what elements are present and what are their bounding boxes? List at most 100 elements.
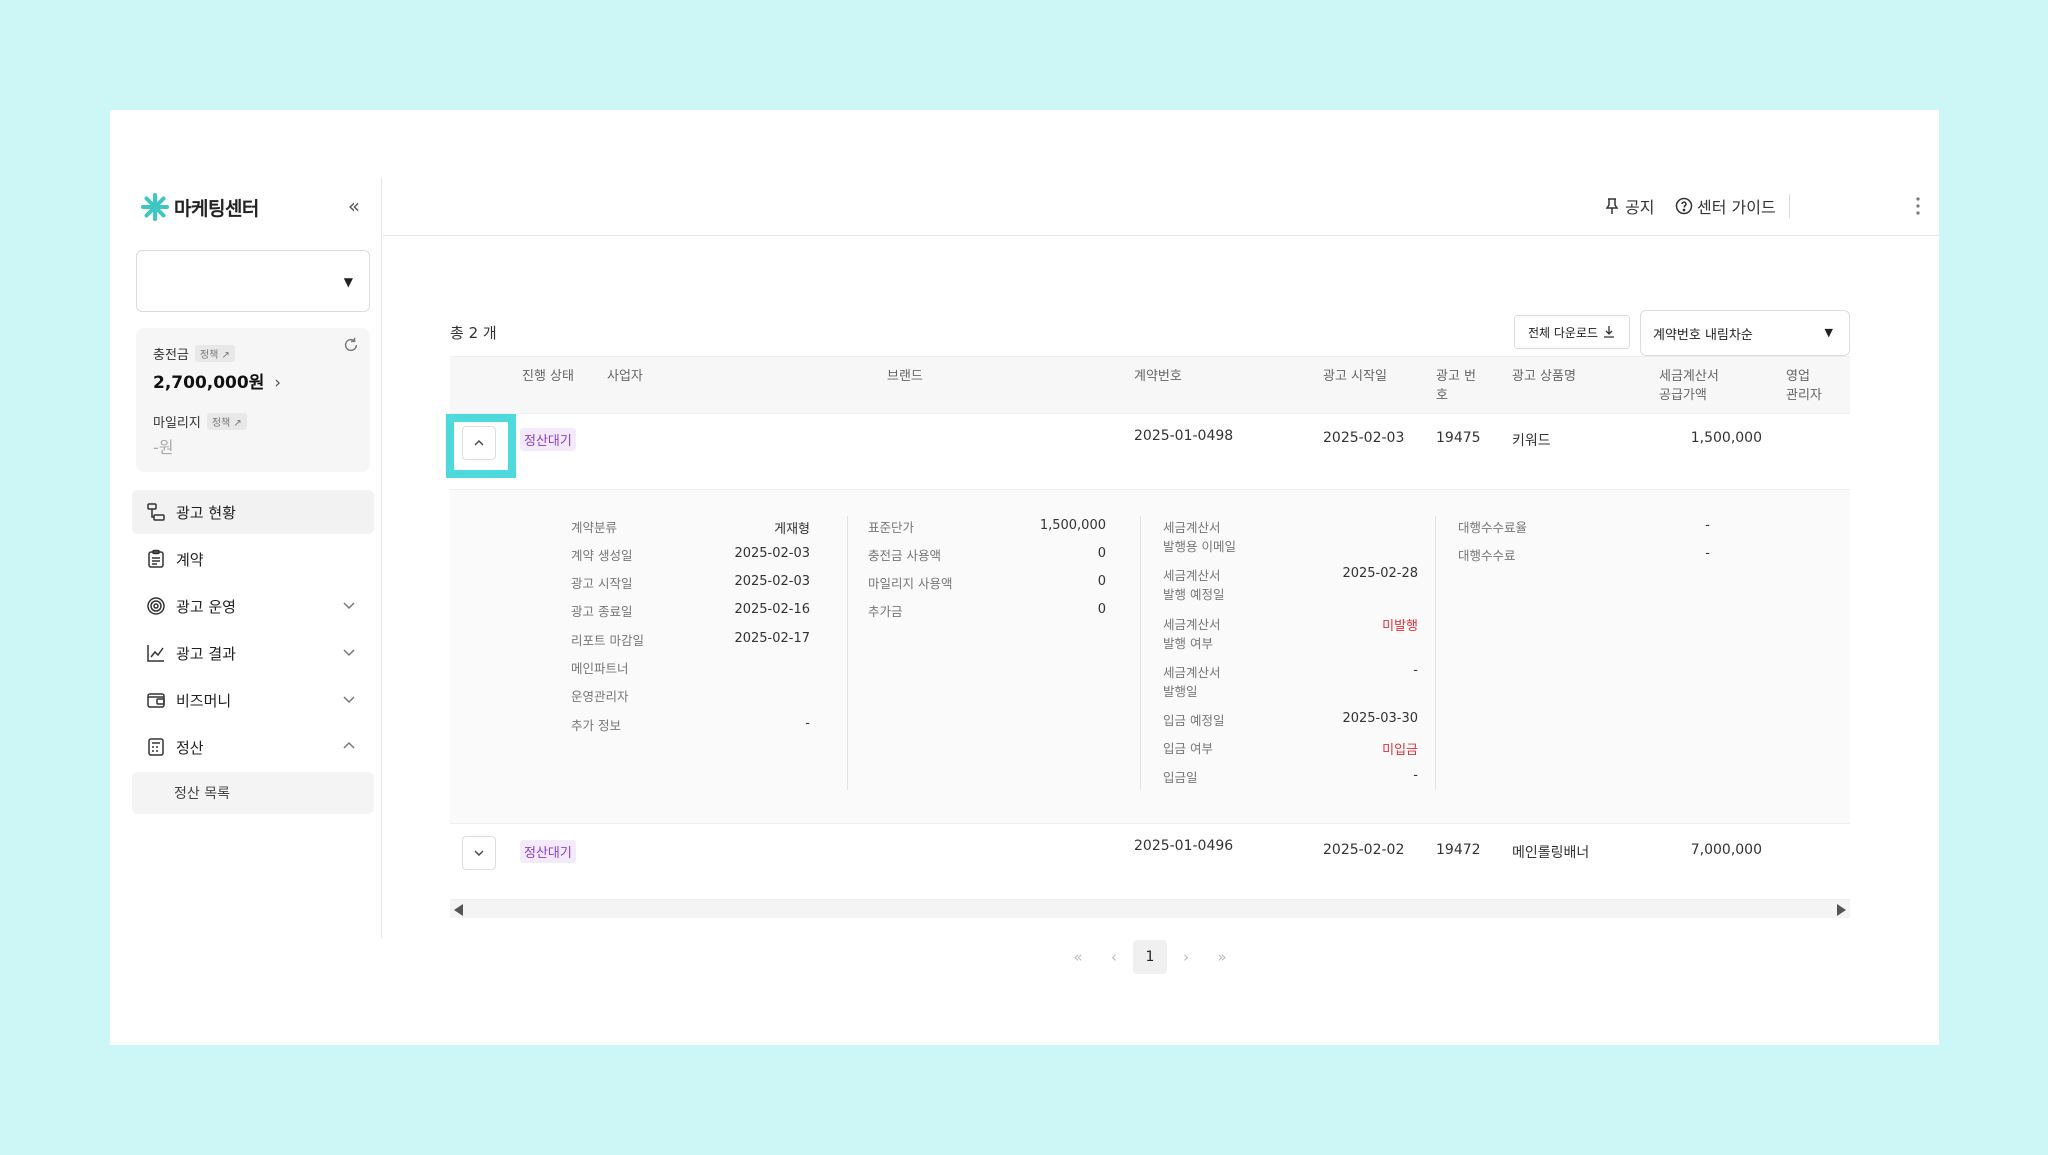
detail-label: 입금 여부 bbox=[1163, 741, 1213, 756]
brand-title: 마케팅센터 bbox=[174, 197, 259, 220]
detail-label: 입금 예정일 bbox=[1163, 713, 1225, 728]
detail-label: 계약 생성일 bbox=[571, 548, 633, 563]
topbar-divider bbox=[1789, 194, 1790, 218]
prev-page-button[interactable]: ‹ bbox=[1097, 940, 1131, 974]
chevron-up-icon bbox=[474, 440, 484, 446]
cell-product: 메인롤링배너 bbox=[1512, 845, 1590, 861]
detail-value: - bbox=[1705, 546, 1710, 561]
th-sales-line1: 영업 bbox=[1786, 369, 1810, 384]
th-tax-line2: 공급가액 bbox=[1659, 388, 1707, 403]
more-vertical-icon[interactable] bbox=[1915, 196, 1921, 216]
flowchart-icon bbox=[147, 503, 165, 521]
nav-item-settlement[interactable]: 정산 bbox=[132, 725, 374, 769]
charge-policy-link[interactable]: 정책 ↗ bbox=[194, 345, 235, 362]
detail-label: 운영관리자 bbox=[571, 689, 629, 704]
calculator-icon bbox=[148, 738, 164, 756]
chevron-down-icon bbox=[343, 649, 355, 657]
detail-label: 충전금 사용액 bbox=[868, 548, 941, 563]
detail-label: 입금일 bbox=[1163, 770, 1198, 785]
detail-divider bbox=[1140, 516, 1141, 790]
horizontal-scrollbar[interactable] bbox=[450, 900, 1850, 918]
sort-value: 계약번호 내림차순 bbox=[1653, 327, 1753, 343]
chevron-right-icon: › bbox=[274, 373, 282, 393]
scroll-left-icon[interactable] bbox=[454, 904, 463, 916]
nav-item-ad-status[interactable]: 광고 현황 bbox=[132, 490, 374, 534]
notice-link[interactable]: 공지 bbox=[1603, 194, 1654, 218]
app-frame: 마케팅센터 « ▼ 충전금 정책 ↗ 2,700,000원 › 마일리지 정책 … bbox=[110, 110, 1939, 1045]
detail-value: 0 bbox=[1097, 602, 1106, 617]
mileage-label-row: 마일리지 정책 ↗ bbox=[153, 412, 247, 431]
sidebar: 마케팅센터 « ▼ 충전금 정책 ↗ 2,700,000원 › 마일리지 정책 … bbox=[132, 178, 382, 938]
th-business: 사업자 bbox=[607, 369, 643, 384]
page-number[interactable]: 1 bbox=[1133, 940, 1167, 974]
detail-label-line1: 세금계산서 bbox=[1163, 665, 1221, 680]
cell-ad-no: 19472 bbox=[1436, 842, 1481, 858]
detail-label: 계약분류 bbox=[571, 520, 618, 535]
cell-amount: 7,000,000 bbox=[1690, 842, 1762, 858]
caret-down-icon: ▼ bbox=[1824, 326, 1833, 339]
detail-label: 추가 정보 bbox=[571, 718, 621, 733]
scroll-right-icon[interactable] bbox=[1837, 904, 1846, 916]
detail-value: - bbox=[1413, 663, 1418, 678]
brand[interactable]: 마케팅센터 bbox=[140, 190, 259, 224]
expand-row-button[interactable] bbox=[462, 836, 496, 870]
cell-product: 키워드 bbox=[1512, 433, 1551, 449]
detail-label-line2: 발행용 이메일 bbox=[1163, 539, 1236, 554]
nav-item-ad-operation[interactable]: 광고 운영 bbox=[132, 584, 374, 628]
detail-label: 광고 시작일 bbox=[571, 576, 633, 591]
notice-label: 공지 bbox=[1625, 198, 1655, 217]
detail-label: 세금계산서 발행 예정일 bbox=[1163, 566, 1224, 604]
cell-start-date: 2025-02-02 bbox=[1323, 842, 1405, 858]
cell-contract-no: 2025-01-0498 bbox=[1134, 428, 1234, 444]
detail-value: 1,500,000 bbox=[1039, 518, 1106, 533]
balance-card: 충전금 정책 ↗ 2,700,000원 › 마일리지 정책 ↗ -원 bbox=[136, 328, 370, 472]
detail-label-line1: 세금계산서 bbox=[1163, 617, 1221, 632]
detail-label: 추가금 bbox=[868, 604, 903, 619]
nav-item-bizmoney[interactable]: 비즈머니 bbox=[132, 678, 374, 722]
tax-issue-status: 미발행 bbox=[1382, 619, 1418, 634]
pin-icon bbox=[1605, 198, 1619, 214]
charge-value: 2,700,000원 bbox=[153, 373, 265, 393]
detail-label: 표준단가 bbox=[868, 520, 915, 535]
table-header: 진행 상태 사업자 브랜드 계약번호 광고 시작일 광고 번 호 광고 상품명 … bbox=[450, 356, 1850, 414]
next-page-button[interactable]: › bbox=[1169, 940, 1203, 974]
nav-label: 광고 결과 bbox=[176, 644, 236, 663]
nav-sub-settlement-list[interactable]: 정산 목록 bbox=[132, 772, 374, 814]
nav-item-ad-result[interactable]: 광고 결과 bbox=[132, 631, 374, 675]
refresh-icon[interactable] bbox=[342, 336, 360, 354]
charge-value-row[interactable]: 2,700,000원 › bbox=[153, 368, 281, 393]
th-sales-manager: 영업 관리자 bbox=[1786, 367, 1822, 405]
table-row[interactable]: 정산대기 2025-01-0496 2025-02-02 19472 메인롤링배… bbox=[450, 824, 1850, 900]
nav-item-contract[interactable]: 계약 bbox=[132, 537, 374, 581]
detail-label: 세금계산서 발행 여부 bbox=[1163, 615, 1221, 653]
download-label: 전체 다운로드 bbox=[1527, 325, 1599, 340]
chevron-up-icon bbox=[343, 741, 355, 749]
last-page-button[interactable]: » bbox=[1205, 940, 1239, 974]
mileage-policy-link[interactable]: 정책 ↗ bbox=[206, 413, 247, 430]
double-chevron-left-icon[interactable]: « bbox=[342, 194, 366, 218]
collapse-row-button[interactable] bbox=[462, 426, 496, 460]
mileage-label: 마일리지 bbox=[153, 416, 201, 431]
first-page-button[interactable]: « bbox=[1061, 940, 1095, 974]
chevron-down-icon bbox=[343, 602, 355, 610]
th-brand: 브랜드 bbox=[887, 369, 923, 384]
row-detail-panel: 계약분류 게재형 계약 생성일 2025-02-03 광고 시작일 2025-0… bbox=[450, 490, 1850, 824]
table-row[interactable]: 정산대기 2025-01-0498 2025-02-03 19475 키워드 1… bbox=[446, 414, 1850, 490]
detail-value: 2025-02-03 bbox=[734, 574, 810, 589]
sort-select[interactable]: 계약번호 내림차순 ▼ bbox=[1640, 310, 1850, 356]
th-tax-amount: 세금계산서 공급가액 bbox=[1659, 367, 1719, 405]
detail-label: 메인파트너 bbox=[571, 661, 629, 676]
th-status: 진행 상태 bbox=[522, 369, 574, 384]
clipboard-icon bbox=[148, 549, 164, 568]
nav-label: 비즈머니 bbox=[176, 691, 232, 710]
download-all-button[interactable]: 전체 다운로드 bbox=[1514, 315, 1630, 349]
account-select[interactable]: ▼ bbox=[136, 250, 370, 312]
charge-label-row: 충전금 정책 ↗ bbox=[153, 344, 235, 363]
topbar: 공지 센터 가이드 bbox=[383, 178, 1939, 236]
detail-label-line2: 발행 예정일 bbox=[1163, 587, 1225, 602]
detail-value: 0 bbox=[1097, 574, 1106, 589]
detail-value: 2025-02-17 bbox=[734, 631, 810, 646]
guide-link[interactable]: 센터 가이드 bbox=[1675, 194, 1776, 218]
wallet-icon bbox=[147, 693, 165, 708]
th-ad-no: 광고 번 호 bbox=[1436, 367, 1476, 405]
